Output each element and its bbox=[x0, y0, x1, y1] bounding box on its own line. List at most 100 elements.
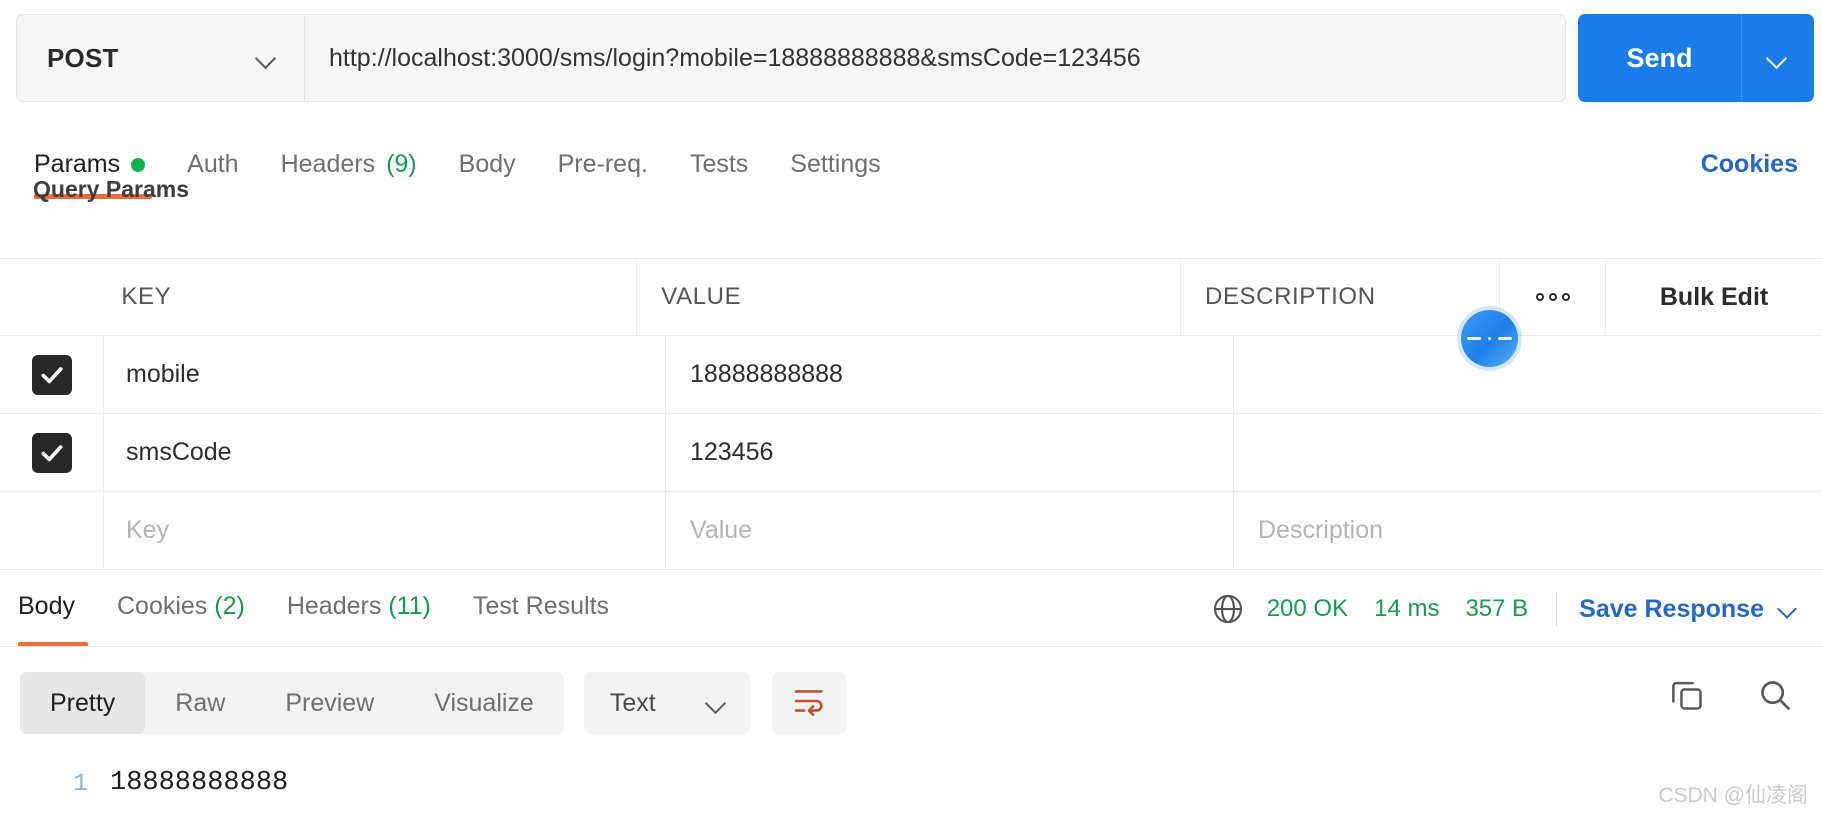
chevron-down-icon bbox=[1767, 47, 1789, 69]
response-tab-headers-count: (11) bbox=[388, 592, 431, 620]
chevron-down-icon bbox=[256, 47, 278, 69]
row-key-cell[interactable]: smsCode bbox=[104, 414, 666, 491]
row-value-cell[interactable]: 123456 bbox=[666, 414, 1234, 491]
dot-icon bbox=[1561, 293, 1570, 301]
row-checkbox-cell bbox=[0, 336, 104, 413]
watermark: CSDN @仙凌阁 bbox=[1658, 784, 1808, 807]
chevron-down-icon[interactable] bbox=[1778, 598, 1800, 620]
row-value-cell[interactable]: 18888888888 bbox=[666, 336, 1234, 413]
save-response-button[interactable]: Save Response bbox=[1579, 595, 1764, 624]
new-description-input[interactable]: Description bbox=[1234, 492, 1822, 569]
response-tab-body-label: Body bbox=[18, 592, 75, 620]
chevron-down-icon bbox=[706, 692, 728, 714]
header-cell-value: VALUE bbox=[637, 259, 1182, 335]
format-mode-visualize[interactable]: Visualize bbox=[404, 672, 564, 734]
line-number: 1 bbox=[72, 768, 88, 798]
format-mode-raw[interactable]: Raw bbox=[145, 672, 255, 734]
response-action-icons bbox=[1668, 676, 1794, 719]
status-code: 200 OK bbox=[1266, 595, 1349, 622]
row-checkbox-cell bbox=[0, 492, 104, 569]
send-button[interactable]: Send bbox=[1578, 14, 1742, 102]
new-key-input[interactable]: Key bbox=[104, 492, 666, 569]
response-tab-cookies-label: Cookies bbox=[116, 592, 208, 620]
row-description-cell[interactable] bbox=[1234, 336, 1822, 413]
header-key-label: KEY bbox=[121, 283, 172, 310]
tab-params[interactable]: Params bbox=[34, 150, 146, 179]
row-checkbox[interactable] bbox=[31, 432, 72, 473]
cookies-link[interactable]: Cookies bbox=[1701, 150, 1798, 179]
send-options-button[interactable] bbox=[1742, 14, 1814, 102]
row-key-text: smsCode bbox=[126, 438, 232, 466]
language-selector[interactable]: Text bbox=[583, 672, 750, 734]
wrap-text-icon bbox=[792, 686, 826, 721]
response-body-line: 1 18888888888 bbox=[0, 768, 288, 798]
new-key-placeholder: Key bbox=[126, 516, 170, 544]
tab-auth-label: Auth bbox=[187, 150, 239, 178]
table-options-button[interactable] bbox=[1499, 259, 1607, 335]
response-tab-test-results[interactable]: Test Results bbox=[473, 592, 609, 621]
response-tab-headers-label: Headers bbox=[286, 592, 382, 620]
wrap-text-button[interactable] bbox=[771, 672, 846, 734]
table-row: smsCode 123456 bbox=[0, 414, 1822, 492]
tab-pre-request[interactable]: Pre-req. bbox=[558, 150, 648, 179]
tab-headers-label: Headers bbox=[280, 150, 376, 178]
response-tab-cookies[interactable]: Cookies (2) bbox=[117, 592, 245, 621]
url-bar: POST http://localhost:3000/sms/login?mob… bbox=[16, 14, 1566, 102]
search-icon[interactable] bbox=[1756, 676, 1794, 719]
response-time: 14 ms bbox=[1374, 595, 1440, 622]
response-tab-cookies-count: (2) bbox=[214, 592, 245, 620]
language-label: Text bbox=[609, 688, 656, 717]
tab-headers-count: (9) bbox=[386, 150, 417, 178]
table-row: mobile 18888888888 bbox=[0, 336, 1822, 414]
tab-headers[interactable]: Headers (9) bbox=[281, 150, 417, 179]
header-cell-checkbox bbox=[0, 259, 99, 335]
row-description-cell[interactable] bbox=[1234, 414, 1822, 491]
tab-body[interactable]: Body bbox=[459, 150, 516, 179]
http-method-selector[interactable]: POST bbox=[16, 14, 304, 102]
header-cell-key: KEY bbox=[99, 259, 638, 335]
divider bbox=[0, 646, 1822, 647]
copy-icon[interactable] bbox=[1668, 676, 1706, 719]
format-mode-preview[interactable]: Preview bbox=[255, 672, 404, 734]
tab-body-label: Body bbox=[458, 150, 516, 178]
row-checkbox-cell bbox=[0, 414, 104, 491]
row-value-text: 123456 bbox=[690, 438, 774, 466]
response-tab-test-results-label: Test Results bbox=[472, 592, 610, 620]
response-size: 357 B bbox=[1465, 595, 1529, 622]
header-value-label: VALUE bbox=[661, 283, 742, 310]
table-header-row: KEY VALUE DESCRIPTION Bulk Edit bbox=[0, 258, 1822, 336]
globe-icon bbox=[1211, 592, 1245, 626]
tab-tests[interactable]: Tests bbox=[690, 150, 748, 179]
table-row-empty: Key Value Description bbox=[0, 492, 1822, 570]
row-checkbox[interactable] bbox=[31, 354, 72, 395]
query-params-table: KEY VALUE DESCRIPTION Bulk Edit mobile 1… bbox=[0, 258, 1822, 570]
response-tab-bar: Body Cookies (2) Headers (11) Test Resul… bbox=[0, 592, 1822, 647]
new-value-input[interactable]: Value bbox=[666, 492, 1234, 569]
tab-settings[interactable]: Settings bbox=[790, 150, 880, 179]
header-description-label: DESCRIPTION bbox=[1205, 283, 1376, 310]
line-content: 18888888888 bbox=[110, 768, 289, 798]
response-tab-body[interactable]: Body bbox=[18, 592, 75, 621]
unsaved-dot-icon bbox=[131, 157, 146, 172]
tab-pre-request-label: Pre-req. bbox=[557, 150, 648, 178]
format-mode-group: Pretty Raw Preview Visualize bbox=[20, 672, 564, 734]
divider bbox=[1556, 592, 1558, 626]
bulk-edit-button[interactable]: Bulk Edit bbox=[1606, 259, 1822, 335]
header-cell-description: DESCRIPTION bbox=[1181, 259, 1499, 335]
bulk-edit-label: Bulk Edit bbox=[1659, 282, 1769, 311]
request-tab-bar: Params Auth Headers (9) Body Pre-req. Te… bbox=[0, 150, 1822, 199]
url-text: http://localhost:3000/sms/login?mobile=1… bbox=[329, 43, 1141, 72]
response-tab-headers[interactable]: Headers (11) bbox=[287, 592, 431, 621]
row-key-cell[interactable]: mobile bbox=[104, 336, 666, 413]
tab-params-label: Params bbox=[34, 150, 121, 178]
url-input[interactable]: http://localhost:3000/sms/login?mobile=1… bbox=[304, 14, 1566, 102]
new-value-placeholder: Value bbox=[690, 516, 753, 544]
new-description-placeholder: Description bbox=[1258, 516, 1384, 544]
query-params-heading: Query Params bbox=[33, 176, 189, 202]
response-status-bar: 200 OK 14 ms 357 B Save Response bbox=[1211, 592, 1800, 626]
tab-settings-label: Settings bbox=[790, 150, 881, 178]
format-mode-pretty[interactable]: Pretty bbox=[20, 672, 146, 734]
tab-auth[interactable]: Auth bbox=[187, 150, 238, 179]
row-value-text: 18888888888 bbox=[690, 360, 843, 388]
cursor-indicator bbox=[1461, 310, 1518, 367]
